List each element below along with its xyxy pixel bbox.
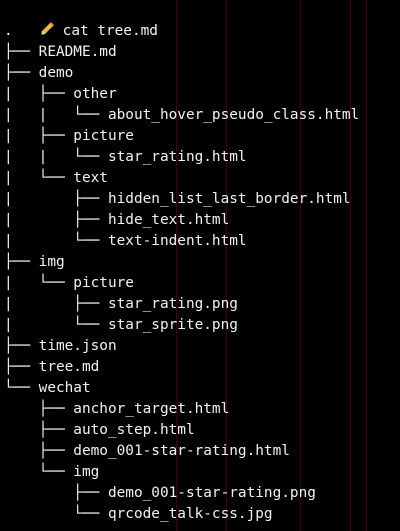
- tree-line: | | └── about_hover_pseudo_class.html: [4, 107, 360, 123]
- tree-line: ├── README.md: [4, 44, 117, 60]
- tree-line: | └── text-indent.html: [4, 233, 247, 249]
- terminal-window: cat tree.md . ├── README.md ├── demo | ├…: [0, 0, 400, 531]
- tree-line: .: [4, 23, 13, 39]
- command-line: cat tree.md: [4, 0, 158, 39]
- tree-line: ├── time.json: [4, 338, 117, 354]
- tree-line: └── wechat: [4, 380, 91, 396]
- tree-line: | ├── other: [4, 86, 117, 102]
- tree-line: | └── text: [4, 170, 108, 186]
- tree-line: ├── auto_step.html: [4, 422, 195, 438]
- tree-line: | ├── hide_text.html: [4, 212, 230, 228]
- background-band: [350, 0, 351, 531]
- tree-line: ├── demo_001-star-rating.html: [4, 443, 290, 459]
- pencil-icon: [40, 22, 54, 35]
- tree-line: ├── anchor_target.html: [4, 401, 230, 417]
- background-band: [300, 0, 301, 531]
- tree-line: | | └── star_rating.html: [4, 149, 247, 165]
- tree-line: | ├── star_rating.png: [4, 296, 238, 312]
- tree-line: | └── picture: [4, 275, 134, 291]
- tree-line: | ├── picture: [4, 128, 134, 144]
- background-band: [366, 0, 367, 531]
- tree-line: | └── star_sprite.png: [4, 317, 238, 333]
- tree-line: | ├── hidden_list_last_border.html: [4, 191, 351, 207]
- command-text: cat tree.md: [62, 23, 158, 39]
- tree-line: ├── img: [4, 254, 65, 270]
- tree-line: └── qrcode_talk-css.jpg: [4, 506, 273, 522]
- tree-line: └── img: [4, 464, 100, 480]
- tree-line: ├── demo_001-star-rating.png: [4, 485, 316, 501]
- tree-line: ├── demo: [4, 65, 74, 81]
- tree-line: ├── tree.md: [4, 359, 100, 375]
